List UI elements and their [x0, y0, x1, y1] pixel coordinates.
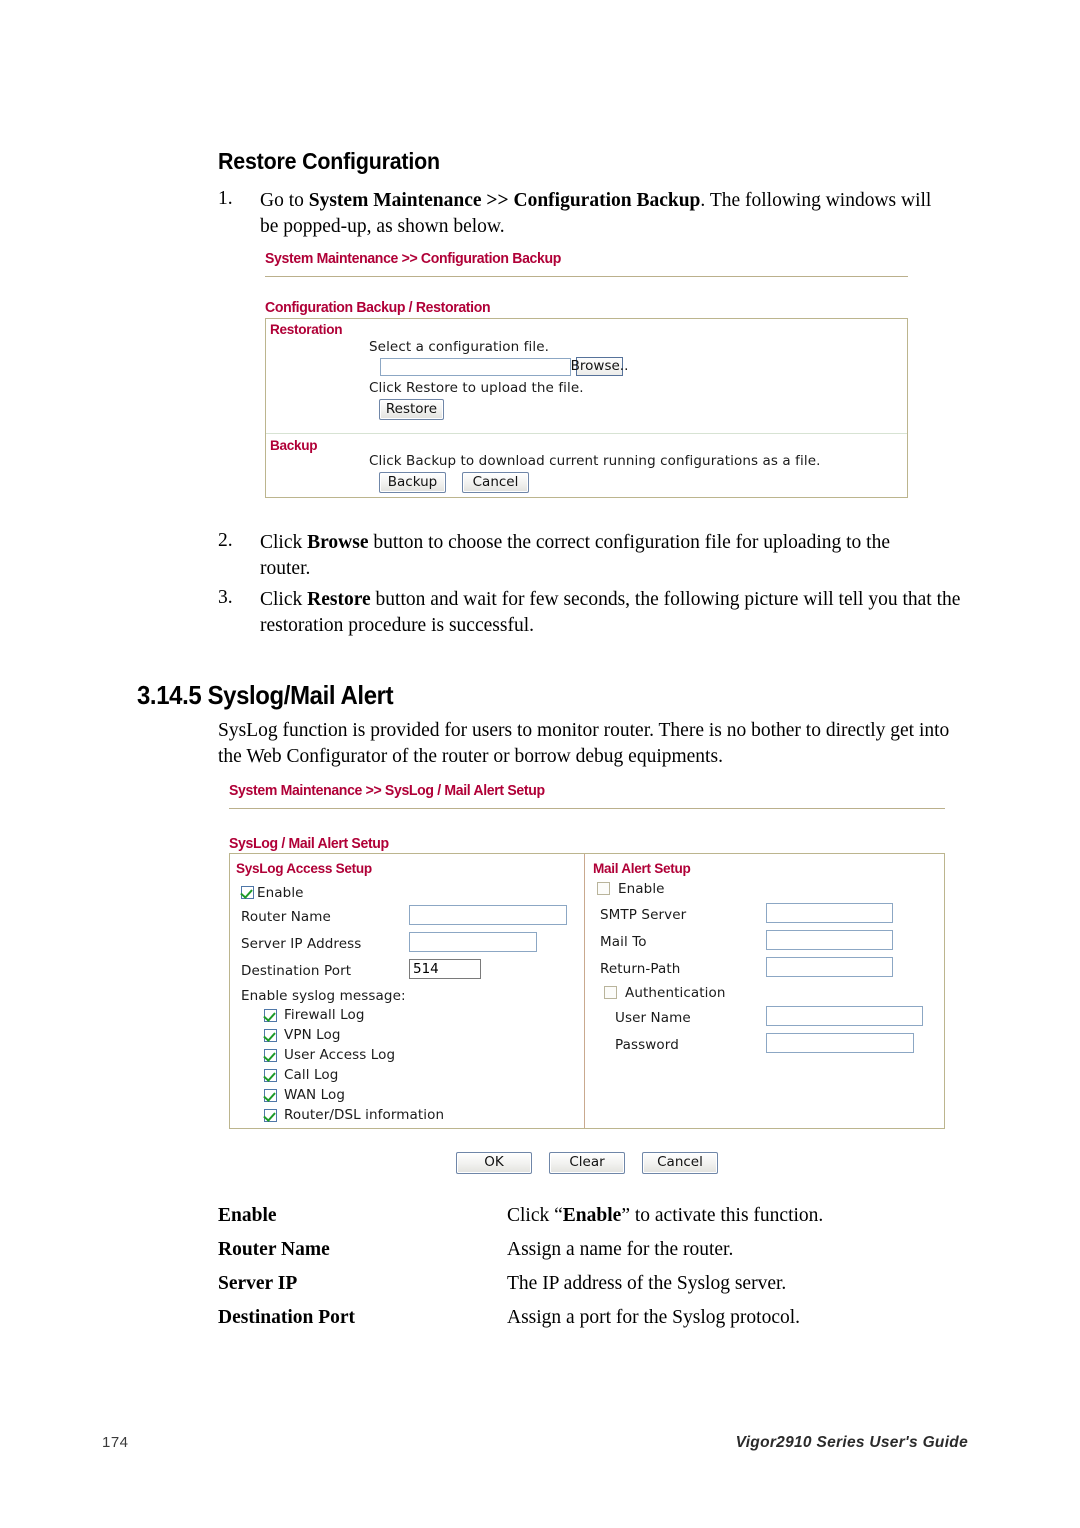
syslog-breadcrumb: System Maintenance >> SysLog / Mail Aler…	[229, 783, 545, 799]
definition-term-destination-port: Destination Port	[218, 1307, 356, 1328]
definition-term-server-ip: Server IP	[218, 1273, 298, 1294]
configuration-file-input[interactable]	[380, 358, 571, 376]
footer-guide-title: Vigor2910 Series User's Guide	[735, 1434, 968, 1451]
router-dsl-information-label: Router/DSL information	[284, 1107, 445, 1123]
step-2-text: Click Browse button to choose the correc…	[260, 532, 890, 579]
backup-group-label: Backup	[270, 437, 318, 453]
vpn-log-label: VPN Log	[284, 1027, 341, 1043]
return-path-input[interactable]	[766, 957, 893, 977]
call-log-label: Call Log	[284, 1067, 339, 1083]
call-log-checkbox[interactable]	[264, 1069, 277, 1082]
mail-to-input[interactable]	[766, 930, 893, 950]
restore-hint-text: Click Restore to upload the file.	[369, 380, 584, 396]
syslog-breadcrumb-rule	[229, 808, 945, 809]
mail-alert-enable-label: Enable	[618, 881, 665, 897]
select-configuration-file-label: Select a configuration file.	[369, 339, 549, 355]
destination-port-input[interactable]	[409, 959, 481, 979]
document-page: Restore Configuration 1. Go to System Ma…	[0, 0, 1080, 1528]
user-name-label: User Name	[615, 1010, 691, 1026]
vpn-log-checkbox[interactable]	[264, 1029, 277, 1042]
router-dsl-information-checkbox[interactable]	[264, 1109, 277, 1122]
definition-desc-destination-port: Assign a port for the Syslog protocol.	[507, 1307, 801, 1328]
backup-panel-divider	[266, 433, 907, 434]
destination-port-label: Destination Port	[241, 963, 352, 979]
mail-alert-group-label: Mail Alert Setup	[593, 860, 691, 876]
authentication-label: Authentication	[625, 985, 726, 1001]
step-2-number: 2.	[218, 530, 233, 551]
definition-term-router-name: Router Name	[218, 1239, 330, 1260]
ok-button[interactable]: OK	[456, 1152, 532, 1174]
backup-panel-box	[265, 318, 908, 498]
backup-breadcrumb: System Maintenance >> Configuration Back…	[265, 251, 562, 267]
syslog-panel-title: SysLog / Mail Alert Setup	[229, 836, 389, 852]
smtp-server-input[interactable]	[766, 903, 893, 923]
step-3-text: Click Restore button and wait for few se…	[260, 589, 961, 636]
password-label: Password	[615, 1037, 679, 1053]
page-subheading: Restore Configuration	[218, 148, 440, 174]
wan-log-checkbox[interactable]	[264, 1089, 277, 1102]
return-path-label: Return-Path	[600, 961, 681, 977]
step-3-number: 3.	[218, 587, 233, 608]
firewall-log-checkbox[interactable]	[264, 1009, 277, 1022]
smtp-server-label: SMTP Server	[600, 907, 687, 923]
clear-button[interactable]: Clear	[549, 1152, 625, 1174]
footer-page-number: 174	[102, 1434, 129, 1451]
step-1-number: 1.	[218, 188, 233, 209]
syslog-enable-checkbox[interactable]	[241, 886, 254, 899]
user-name-input[interactable]	[766, 1006, 923, 1026]
section-heading: 3.14.5 Syslog/Mail Alert	[137, 680, 394, 710]
router-name-input[interactable]	[409, 905, 567, 925]
server-ip-address-label: Server IP Address	[241, 936, 362, 952]
mail-alert-enable-checkbox[interactable]	[597, 882, 610, 895]
section-intro-text: SysLog function is provided for users to…	[218, 720, 950, 767]
backup-cancel-button[interactable]: Cancel	[462, 472, 529, 493]
firewall-log-label: Firewall Log	[284, 1007, 365, 1023]
router-name-label: Router Name	[241, 909, 331, 925]
syslog-cancel-button[interactable]: Cancel	[642, 1152, 718, 1174]
restore-button[interactable]: Restore	[379, 399, 444, 420]
syslog-enable-label: Enable	[257, 885, 304, 901]
definition-term-enable: Enable	[218, 1205, 277, 1226]
enable-syslog-message-label: Enable syslog message:	[241, 988, 406, 1004]
authentication-checkbox[interactable]	[604, 986, 617, 999]
syslog-panel-column-divider	[584, 854, 585, 1128]
definition-desc-router-name: Assign a name for the router.	[507, 1239, 734, 1260]
server-ip-address-input[interactable]	[409, 932, 537, 952]
backup-panel-title: Configuration Backup / Restoration	[265, 300, 491, 316]
browse-button[interactable]: Browse..	[571, 357, 628, 376]
user-access-log-checkbox[interactable]	[264, 1049, 277, 1062]
syslog-access-group-label: SysLog Access Setup	[236, 860, 372, 876]
backup-breadcrumb-rule	[265, 276, 908, 277]
definition-desc-enable: Click “Enable” to activate this function…	[507, 1205, 824, 1226]
password-input[interactable]	[766, 1033, 914, 1053]
restoration-group-label: Restoration	[270, 321, 343, 337]
definition-desc-server-ip: The IP address of the Syslog server.	[507, 1273, 787, 1294]
mail-to-label: Mail To	[600, 934, 647, 950]
backup-button[interactable]: Backup	[379, 472, 446, 493]
step-1-text: Go to System Maintenance >> Configuratio…	[260, 190, 932, 237]
backup-hint-text: Click Backup to download current running…	[369, 453, 821, 469]
wan-log-label: WAN Log	[284, 1087, 346, 1103]
user-access-log-label: User Access Log	[284, 1047, 396, 1063]
